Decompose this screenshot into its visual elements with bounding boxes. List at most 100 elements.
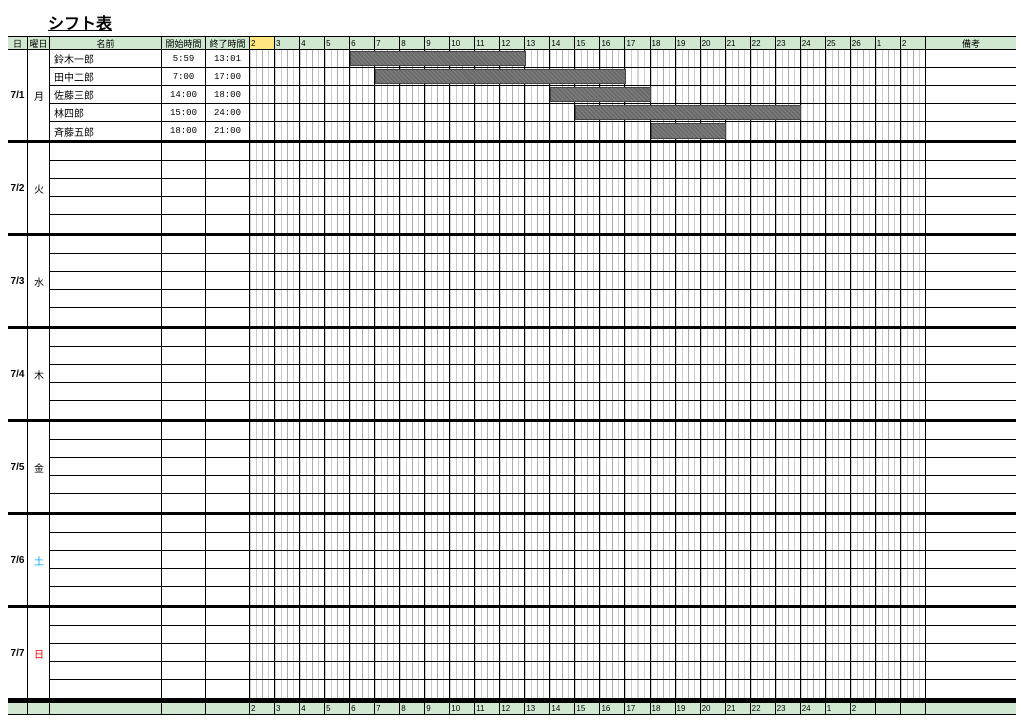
end-time-cell[interactable]: [206, 680, 250, 698]
remark-cell[interactable]: [926, 587, 1016, 605]
start-time-cell[interactable]: [162, 515, 206, 532]
start-time-cell[interactable]: [162, 290, 206, 307]
name-cell[interactable]: [50, 290, 162, 307]
end-time-cell[interactable]: [206, 458, 250, 475]
end-time-cell[interactable]: [206, 329, 250, 346]
shift-row[interactable]: [50, 365, 1016, 383]
shift-row[interactable]: [50, 161, 1016, 179]
shift-row[interactable]: [50, 308, 1016, 326]
name-cell[interactable]: [50, 608, 162, 625]
name-cell[interactable]: [50, 179, 162, 196]
end-time-cell[interactable]: [206, 515, 250, 532]
remark-cell[interactable]: [926, 569, 1016, 586]
name-cell[interactable]: [50, 236, 162, 253]
remark-cell[interactable]: [926, 50, 1016, 67]
remark-cell[interactable]: [926, 662, 1016, 679]
name-cell[interactable]: [50, 662, 162, 679]
name-cell[interactable]: [50, 383, 162, 400]
start-time-cell[interactable]: [162, 551, 206, 568]
shift-row[interactable]: [50, 551, 1016, 569]
shift-row[interactable]: [50, 254, 1016, 272]
remark-cell[interactable]: [926, 680, 1016, 698]
remark-cell[interactable]: [926, 383, 1016, 400]
remark-cell[interactable]: [926, 626, 1016, 643]
remark-cell[interactable]: [926, 458, 1016, 475]
name-cell[interactable]: [50, 494, 162, 512]
remark-cell[interactable]: [926, 347, 1016, 364]
name-cell[interactable]: [50, 458, 162, 475]
remark-cell[interactable]: [926, 161, 1016, 178]
start-time-cell[interactable]: [162, 383, 206, 400]
start-time-cell[interactable]: [162, 308, 206, 326]
remark-cell[interactable]: [926, 494, 1016, 512]
end-time-cell[interactable]: [206, 308, 250, 326]
remark-cell[interactable]: [926, 608, 1016, 625]
shift-row[interactable]: [50, 626, 1016, 644]
start-time-cell[interactable]: [162, 254, 206, 271]
shift-row[interactable]: [50, 272, 1016, 290]
start-time-cell[interactable]: [162, 644, 206, 661]
name-cell[interactable]: [50, 197, 162, 214]
name-cell[interactable]: [50, 143, 162, 160]
remark-cell[interactable]: [926, 68, 1016, 85]
start-time-cell[interactable]: [162, 365, 206, 382]
end-time-cell[interactable]: [206, 143, 250, 160]
start-time-cell[interactable]: [162, 476, 206, 493]
remark-cell[interactable]: [926, 644, 1016, 661]
shift-row[interactable]: [50, 587, 1016, 605]
start-time-cell[interactable]: [162, 272, 206, 289]
shift-row[interactable]: 鈴木一郎5:5913:01: [50, 50, 1016, 68]
shift-row[interactable]: [50, 680, 1016, 698]
remark-cell[interactable]: [926, 440, 1016, 457]
remark-cell[interactable]: [926, 197, 1016, 214]
shift-row[interactable]: [50, 179, 1016, 197]
remark-cell[interactable]: [926, 122, 1016, 140]
name-cell[interactable]: [50, 626, 162, 643]
remark-cell[interactable]: [926, 476, 1016, 493]
name-cell[interactable]: [50, 440, 162, 457]
remark-cell[interactable]: [926, 104, 1016, 121]
end-time-cell[interactable]: [206, 383, 250, 400]
end-time-cell[interactable]: [206, 347, 250, 364]
shift-row[interactable]: [50, 533, 1016, 551]
end-time-cell[interactable]: [206, 254, 250, 271]
shift-row[interactable]: [50, 422, 1016, 440]
start-time-cell[interactable]: [162, 215, 206, 233]
end-time-cell[interactable]: [206, 533, 250, 550]
start-time-cell[interactable]: [162, 569, 206, 586]
start-time-cell[interactable]: [162, 329, 206, 346]
name-cell[interactable]: [50, 365, 162, 382]
shift-row[interactable]: [50, 401, 1016, 419]
remark-cell[interactable]: [926, 533, 1016, 550]
end-time-cell[interactable]: [206, 161, 250, 178]
end-time-cell[interactable]: [206, 290, 250, 307]
end-time-cell[interactable]: 24:00: [206, 104, 250, 121]
remark-cell[interactable]: [926, 308, 1016, 326]
end-time-cell[interactable]: [206, 494, 250, 512]
shift-row[interactable]: 斉藤五郎18:0021:00: [50, 122, 1016, 140]
shift-row[interactable]: [50, 197, 1016, 215]
shift-row[interactable]: [50, 383, 1016, 401]
remark-cell[interactable]: [926, 179, 1016, 196]
shift-row[interactable]: [50, 644, 1016, 662]
shift-row[interactable]: [50, 215, 1016, 233]
name-cell[interactable]: [50, 329, 162, 346]
name-cell[interactable]: 斉藤五郎: [50, 122, 162, 140]
name-cell[interactable]: [50, 401, 162, 419]
name-cell[interactable]: [50, 569, 162, 586]
shift-row[interactable]: [50, 608, 1016, 626]
remark-cell[interactable]: [926, 272, 1016, 289]
remark-cell[interactable]: [926, 254, 1016, 271]
start-time-cell[interactable]: [162, 401, 206, 419]
shift-row[interactable]: [50, 290, 1016, 308]
start-time-cell[interactable]: [162, 236, 206, 253]
end-time-cell[interactable]: [206, 197, 250, 214]
end-time-cell[interactable]: [206, 608, 250, 625]
name-cell[interactable]: [50, 680, 162, 698]
end-time-cell[interactable]: [206, 551, 250, 568]
start-time-cell[interactable]: [162, 662, 206, 679]
name-cell[interactable]: 林四郎: [50, 104, 162, 121]
start-time-cell[interactable]: [162, 533, 206, 550]
start-time-cell[interactable]: [162, 626, 206, 643]
end-time-cell[interactable]: [206, 422, 250, 439]
